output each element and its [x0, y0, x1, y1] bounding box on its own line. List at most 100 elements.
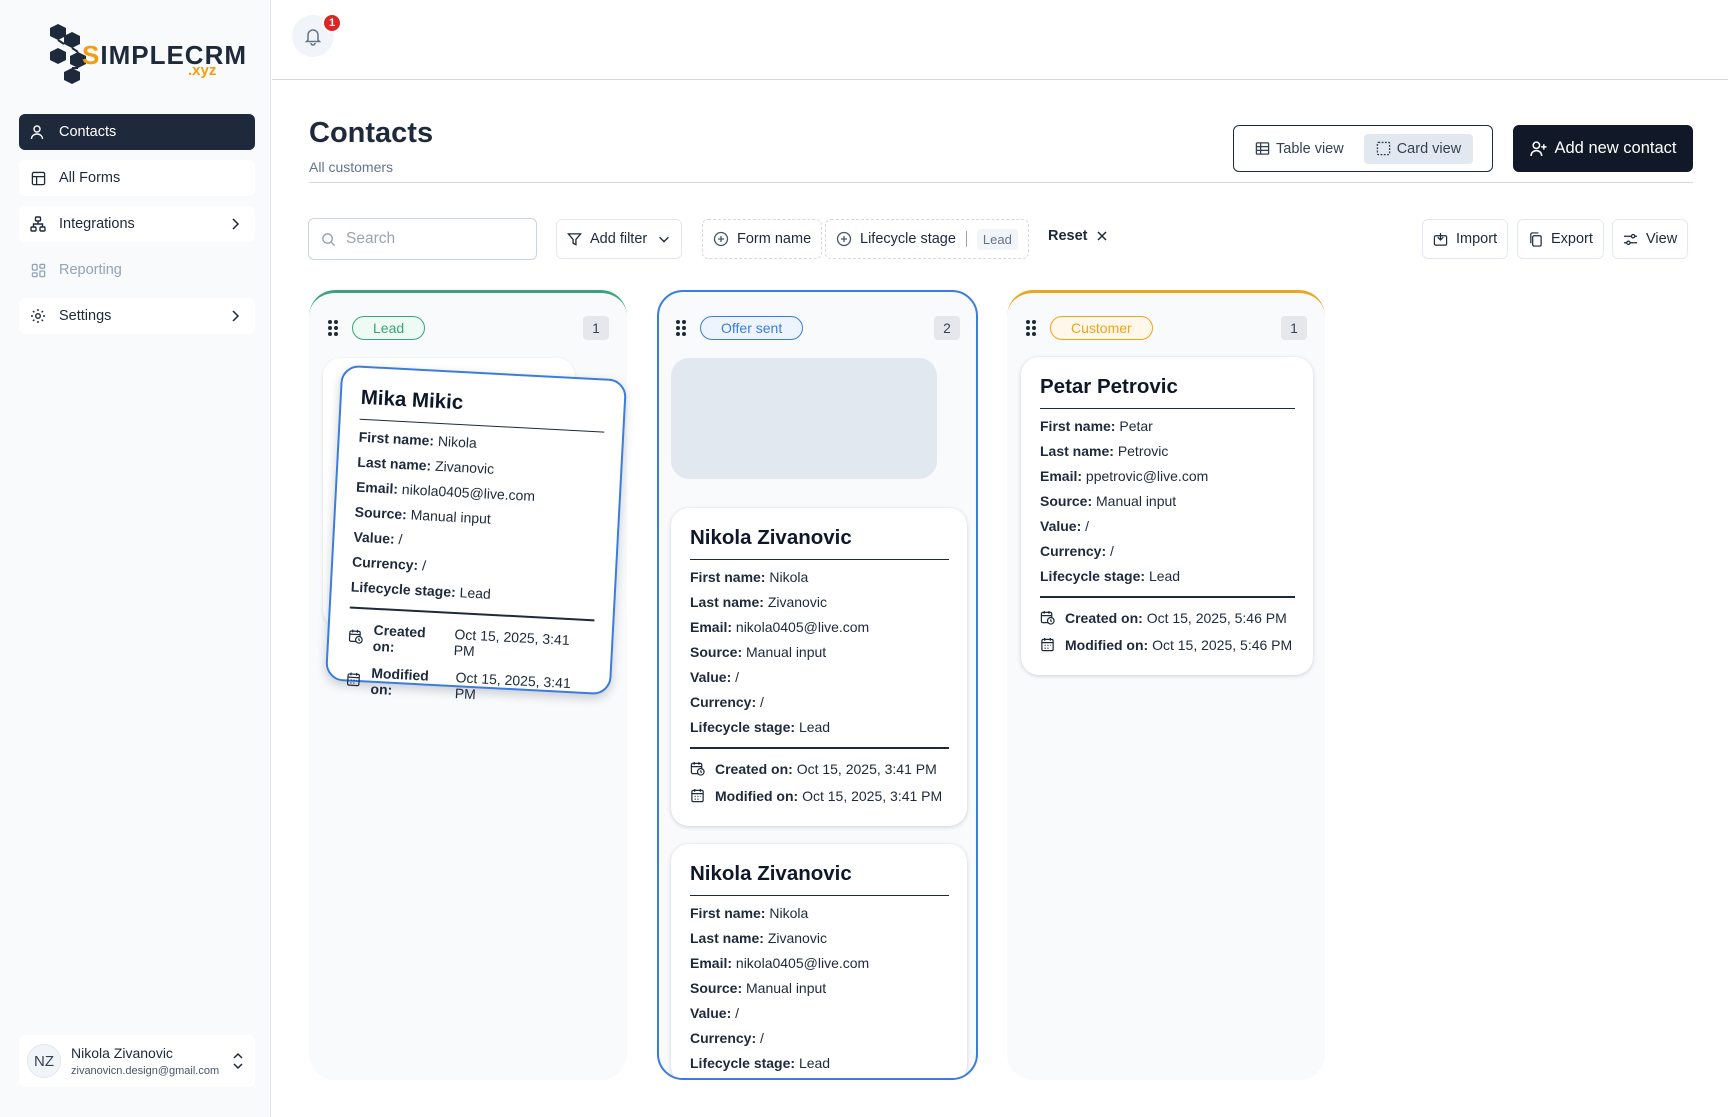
field-first-name: First name: Petar — [1040, 418, 1153, 434]
modified-on: Modified on: Oct 15, 2025, 5:46 PM — [1040, 637, 1295, 653]
chevron-right-icon — [232, 310, 240, 322]
column-count: 2 — [934, 316, 960, 340]
export-button[interactable]: Export — [1517, 219, 1604, 259]
sidebar: SIMPLECRM .xyz Contacts All Forms Integr… — [0, 0, 271, 1117]
drag-handle-icon[interactable] — [327, 319, 339, 337]
field-value: Value: / — [353, 528, 403, 548]
contact-name: Nikola Zivanovic — [690, 862, 949, 896]
sidebar-item-label: Reporting — [59, 262, 122, 278]
user-email: zivanovicn.design@gmail.com — [71, 1065, 220, 1077]
field-value: Value: / — [690, 1005, 740, 1021]
field-email: Email: nikola0405@live.com — [690, 955, 870, 971]
table-icon — [29, 169, 47, 187]
logo-wordmark: SIMPLECRM — [82, 40, 248, 70]
drag-handle-icon[interactable] — [1025, 319, 1037, 337]
field-email: Email: nikola0405@live.com — [690, 619, 870, 635]
table-view-label: Table view — [1276, 140, 1344, 157]
field-first-name: First name: Nikola — [690, 905, 809, 921]
page-subtitle: All customers — [309, 159, 394, 175]
field-last-name: Last name: Zivanovic — [356, 453, 495, 477]
card-view-button[interactable]: Card view — [1363, 133, 1474, 164]
import-button[interactable]: Import — [1422, 219, 1509, 259]
sidebar-item-contacts[interactable]: Contacts — [19, 114, 255, 150]
sidebar-item-settings[interactable]: Settings — [19, 298, 255, 334]
lifecycle-stage-filter[interactable]: Lifecycle stage Lead — [825, 219, 1029, 259]
calendar-icon — [347, 672, 360, 687]
view-options-button[interactable]: View — [1612, 219, 1689, 259]
gear-icon — [29, 307, 47, 325]
add-filter-button[interactable]: Add filter — [556, 219, 683, 259]
avatar: NZ — [27, 1044, 61, 1078]
add-filter-label: Add filter — [590, 231, 648, 247]
add-new-contact-button[interactable]: Add new contact — [1513, 125, 1693, 172]
sidebar-item-integrations[interactable]: Integrations — [19, 206, 255, 242]
column-count: 1 — [1281, 316, 1307, 340]
field-value: Value: / — [690, 669, 740, 685]
field-value: Value: / — [1040, 518, 1090, 534]
contact-card[interactable]: Petar Petrovic First name: Petar Last na… — [1021, 357, 1313, 675]
view-options-label: View — [1646, 231, 1678, 247]
field-source: Source: Manual input — [1040, 493, 1177, 509]
user-menu[interactable]: NZ Nikola Zivanovic zivanovicn.design@gm… — [19, 1035, 255, 1087]
bell-icon — [304, 29, 322, 46]
divider — [1040, 596, 1295, 598]
sidebar-item-all-forms[interactable]: All Forms — [19, 160, 255, 196]
filter-icon — [567, 232, 582, 246]
divider — [309, 182, 1693, 183]
simplecrm-logo[interactable]: SIMPLECRM .xyz — [48, 22, 246, 88]
drag-handle-icon[interactable] — [675, 319, 687, 337]
field-source: Source: Manual input — [690, 980, 827, 996]
sidebar-item-label: Settings — [59, 308, 112, 324]
lifecycle-stage-filter-label: Lifecycle stage — [860, 231, 956, 247]
chevron-right-icon — [232, 218, 240, 230]
field-first-name: First name: Nikola — [690, 569, 809, 585]
contact-name: Petar Petrovic — [1040, 375, 1295, 409]
field-currency: Currency: / — [690, 694, 764, 710]
column-offer-sent: Offer sent 2 Nikola Zivanovic First name… — [657, 290, 978, 1080]
form-name-filter[interactable]: Form name — [702, 219, 823, 259]
contact-card[interactable]: Nikola Zivanovic First name: Nikola Last… — [671, 844, 967, 1078]
table-view-button[interactable]: Table view — [1243, 134, 1356, 164]
reset-filters-button[interactable]: Reset — [1048, 228, 1108, 244]
sidebar-item-label: Integrations — [59, 216, 135, 232]
reset-label: Reset — [1048, 228, 1088, 244]
field-currency: Currency: / — [1040, 543, 1114, 559]
search-icon — [322, 232, 336, 246]
stage-pill: Customer — [1050, 316, 1153, 340]
field-lifecycle: Lifecycle stage: Lead — [350, 578, 492, 602]
page-title: Contacts — [309, 117, 434, 149]
field-last-name: Last name: Petrovic — [1040, 443, 1169, 459]
close-icon — [1096, 231, 1107, 241]
created-on: Created on: Oct 15, 2025, 3:41 PM — [690, 761, 949, 777]
card-view-label: Card view — [1396, 140, 1462, 157]
sidebar-nav: Contacts All Forms Integrations Reportin… — [19, 114, 255, 344]
column-count: 1 — [583, 316, 609, 340]
plus-circle-icon — [713, 231, 729, 247]
field-email: Email: ppetrovic@live.com — [1040, 468, 1209, 484]
search-box — [308, 218, 537, 260]
field-source: Source: Manual input — [354, 503, 492, 527]
user-name: Nikola Zivanovic — [71, 1045, 173, 1061]
column-accent — [309, 290, 627, 318]
contact-name: Mika Mikic — [359, 385, 607, 433]
created-on: Created on: Oct 15, 2025, 3:41 PM — [347, 620, 593, 665]
contact-card[interactable]: Nikola Zivanovic First name: Nikola Last… — [671, 508, 967, 826]
user-plus-icon — [1529, 141, 1546, 156]
export-label: Export — [1551, 231, 1593, 247]
field-last-name: Last name: Zivanovic — [690, 594, 827, 610]
calendar-icon — [691, 788, 704, 803]
field-source: Source: Manual input — [690, 644, 827, 660]
divider — [690, 747, 949, 749]
modified-on: Modified on: Oct 15, 2025, 3:41 PM — [690, 788, 949, 804]
calendar-clock-icon — [348, 629, 363, 644]
chip-separator — [965, 231, 967, 247]
chevron-up-down-icon — [233, 1052, 243, 1070]
sidebar-item-reporting: Reporting — [19, 252, 255, 288]
sidebar-item-label: Contacts — [59, 124, 117, 140]
field-first-name: First name: Nikola — [358, 428, 478, 451]
field-lifecycle: Lifecycle stage: Lead — [690, 1055, 831, 1071]
dragging-contact-card[interactable]: Mika Mikic First name: Nikola Last name:… — [324, 364, 628, 702]
plus-circle-icon — [836, 231, 852, 247]
search-input[interactable] — [346, 230, 516, 248]
sliders-icon — [1623, 233, 1638, 245]
